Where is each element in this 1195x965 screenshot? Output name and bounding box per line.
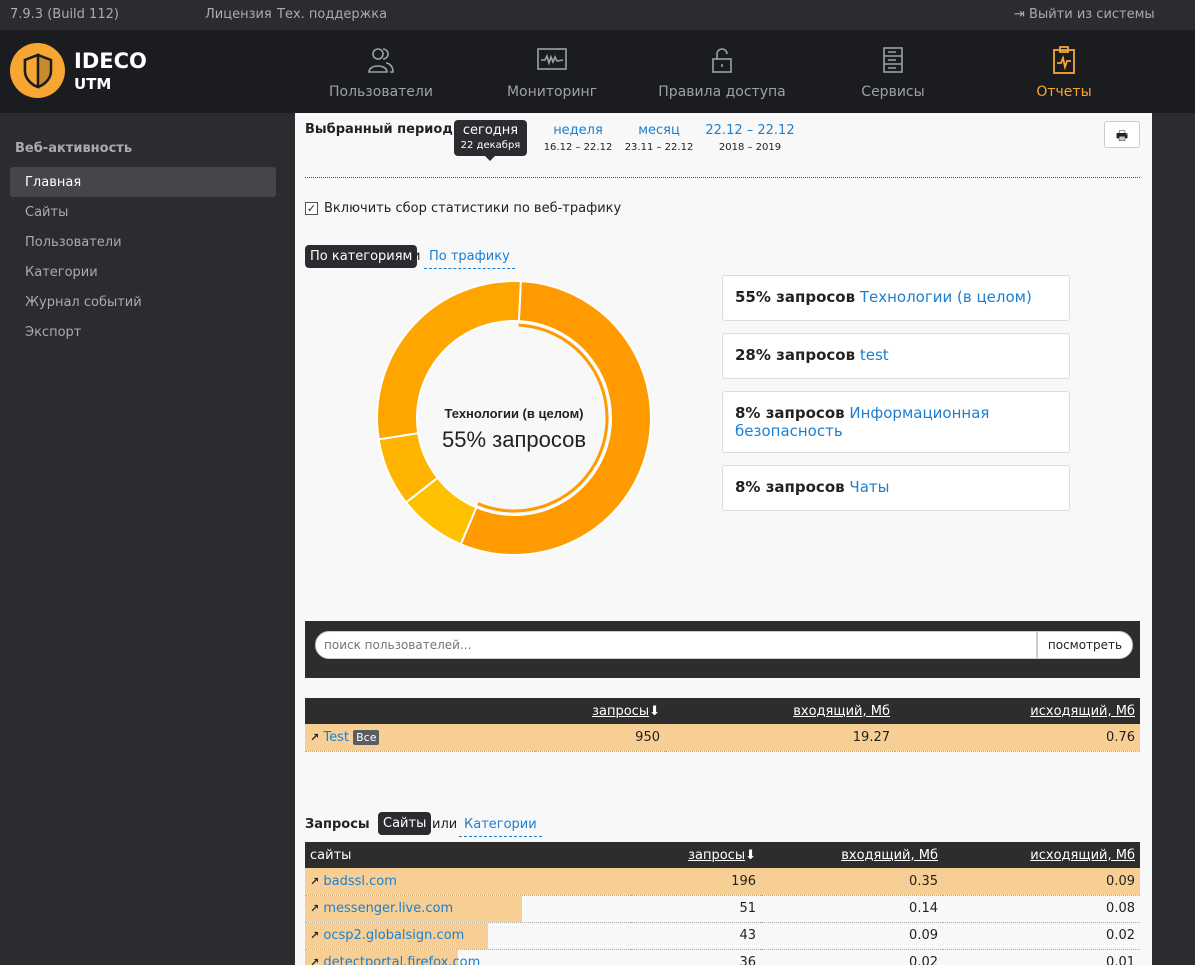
table-row: ↗ Test Все 950 19.27 0.76 xyxy=(305,724,1140,752)
monitor-icon xyxy=(537,48,567,70)
period-custom[interactable]: 22.12 – 22.12 2018 – 2019 xyxy=(705,123,795,153)
main-content: Выбранный период: сегодня 22 декабря нед… xyxy=(295,113,1152,965)
print-button[interactable]: 🖶 xyxy=(1104,121,1140,148)
toggle-by-categories[interactable]: По категориям xyxy=(305,245,418,268)
sidebar-item-home[interactable]: Главная xyxy=(10,167,276,197)
checkbox-checked-icon[interactable]: ✓ xyxy=(305,202,318,215)
legend-card[interactable]: 8% запросов Чаты xyxy=(722,465,1070,511)
donut-center-title: Технологии (в целом) xyxy=(444,406,584,421)
scrollbar-area xyxy=(1152,113,1195,965)
sidebar-item-export[interactable]: Экспорт xyxy=(10,317,276,347)
print-icon: 🖶 xyxy=(1115,129,1129,144)
col-outgoing[interactable]: исходящий, Мб xyxy=(943,842,1140,868)
license-link[interactable]: Лицензия xyxy=(205,7,272,22)
site-link[interactable]: messenger.live.com xyxy=(323,901,453,916)
requests-label: Запросы xyxy=(305,817,370,832)
donut-center-value: 55% запросов xyxy=(441,427,587,452)
header: IDECO UTM Пользователи Мониторинг Правил… xyxy=(0,30,1195,113)
users-icon xyxy=(368,48,394,73)
logout-icon: ⇥ xyxy=(1014,7,1030,22)
period-month[interactable]: месяц 23.11 – 22.12 xyxy=(621,123,697,153)
sites-table: сайты запросы⬇ входящий, Мб исходящий, М… xyxy=(305,842,1140,965)
sidebar-title: Веб-активность xyxy=(15,141,133,156)
toggle-categories[interactable]: Категории xyxy=(459,817,542,837)
legend-card[interactable]: 28% запросов test xyxy=(722,333,1070,379)
sidebar-item-users[interactable]: Пользователи xyxy=(10,227,276,257)
table-row: ↗ messenger.live.com 51 0.14 0.08 xyxy=(305,895,1140,923)
sort-down-icon: ⬇ xyxy=(745,847,756,863)
all-badge[interactable]: Все xyxy=(353,729,380,745)
user-link[interactable]: Test xyxy=(323,730,349,745)
nav-monitoring[interactable]: Мониторинг xyxy=(467,30,637,113)
toggle-sep: и xyxy=(412,249,421,264)
sort-down-icon: ⬇ xyxy=(649,703,660,719)
nav-access-rules[interactable]: Правила доступа xyxy=(637,30,807,113)
support-link[interactable]: Тех. поддержка xyxy=(277,7,387,22)
legend-card[interactable]: 55% запросов Технологии (в целом) xyxy=(722,275,1070,321)
legend-card[interactable]: 8% запросов Информационная безопасность xyxy=(722,391,1070,453)
lock-icon xyxy=(712,48,732,73)
external-link-icon[interactable]: ↗ xyxy=(310,731,319,744)
nav-users[interactable]: Пользователи xyxy=(296,30,466,113)
period-label: Выбранный период: xyxy=(305,122,459,137)
user-search-input[interactable] xyxy=(315,631,1037,659)
version: 7.9.3 (Build 112) xyxy=(10,7,119,22)
site-link[interactable]: detectportal.firefox.com xyxy=(323,955,480,965)
col-requests[interactable]: запросы⬇ xyxy=(631,842,761,868)
external-link-icon[interactable]: ↗ xyxy=(310,929,319,942)
sidebar-item-sites[interactable]: Сайты xyxy=(10,197,276,227)
col-incoming[interactable]: входящий, Мб xyxy=(761,842,943,868)
table-row: ↗ badssl.com 196 0.35 0.09 xyxy=(305,868,1140,896)
sidebar: Веб-активность Главная Сайты Пользовател… xyxy=(0,113,295,965)
period-week[interactable]: неделя 16.12 – 22.12 xyxy=(540,123,616,153)
toggle-sites[interactable]: Сайты xyxy=(378,812,432,835)
user-search-bar: посмотреть xyxy=(305,621,1140,678)
site-link[interactable]: badssl.com xyxy=(323,874,397,889)
sidebar-item-categories[interactable]: Категории xyxy=(10,257,276,287)
site-link[interactable]: ocsp2.globalsign.com xyxy=(323,928,464,943)
col-outgoing[interactable]: исходящий, Мб xyxy=(895,698,1140,724)
period-today[interactable]: сегодня 22 декабря xyxy=(454,120,527,161)
nav-services[interactable]: Сервисы xyxy=(808,30,978,113)
top-bar: 7.9.3 (Build 112) Лицензия Тех. поддержк… xyxy=(0,0,1195,30)
table-row: ↗ ocsp2.globalsign.com 43 0.09 0.02 xyxy=(305,922,1140,950)
external-link-icon[interactable]: ↗ xyxy=(310,875,319,888)
toggle-by-traffic[interactable]: По трафику xyxy=(424,249,515,269)
stats-checkbox[interactable]: ✓ Включить сбор статистики по веб-трафик… xyxy=(305,201,621,216)
col-incoming[interactable]: входящий, Мб xyxy=(665,698,895,724)
logo-shield-icon xyxy=(10,43,65,98)
brand-product: UTM xyxy=(74,75,112,93)
sidebar-item-event-log[interactable]: Журнал событий xyxy=(10,287,276,317)
col-requests[interactable]: запросы⬇ xyxy=(535,698,665,724)
table-row: ↗ detectportal.firefox.com 36 0.02 0.01 xyxy=(305,949,1140,965)
report-icon xyxy=(1053,46,1075,74)
logout-link[interactable]: ⇥ Выйти из системы xyxy=(1014,7,1155,22)
view-button[interactable]: посмотреть xyxy=(1037,631,1133,659)
external-link-icon[interactable]: ↗ xyxy=(310,956,319,965)
server-icon xyxy=(883,47,903,73)
requests-sep: или xyxy=(432,817,458,832)
users-table: запросы⬇ входящий, Мб исходящий, Мб ↗ Te… xyxy=(305,698,1140,752)
brand-name: IDECO xyxy=(74,49,147,73)
nav-reports[interactable]: Отчеты xyxy=(979,30,1149,113)
col-sites: сайты xyxy=(305,842,631,868)
divider xyxy=(305,177,1140,178)
external-link-icon[interactable]: ↗ xyxy=(310,902,319,915)
